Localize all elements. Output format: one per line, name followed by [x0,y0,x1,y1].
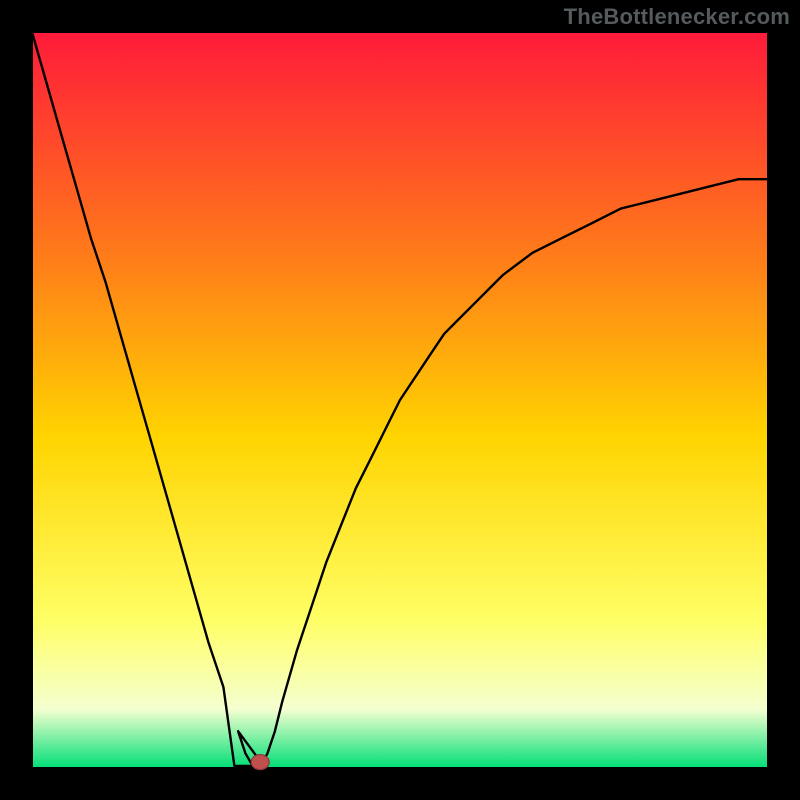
optimum-marker [251,755,269,770]
bottleneck-chart [0,0,800,800]
watermark-text: TheBottlenecker.com [564,4,790,30]
chart-frame: TheBottlenecker.com [0,0,800,800]
